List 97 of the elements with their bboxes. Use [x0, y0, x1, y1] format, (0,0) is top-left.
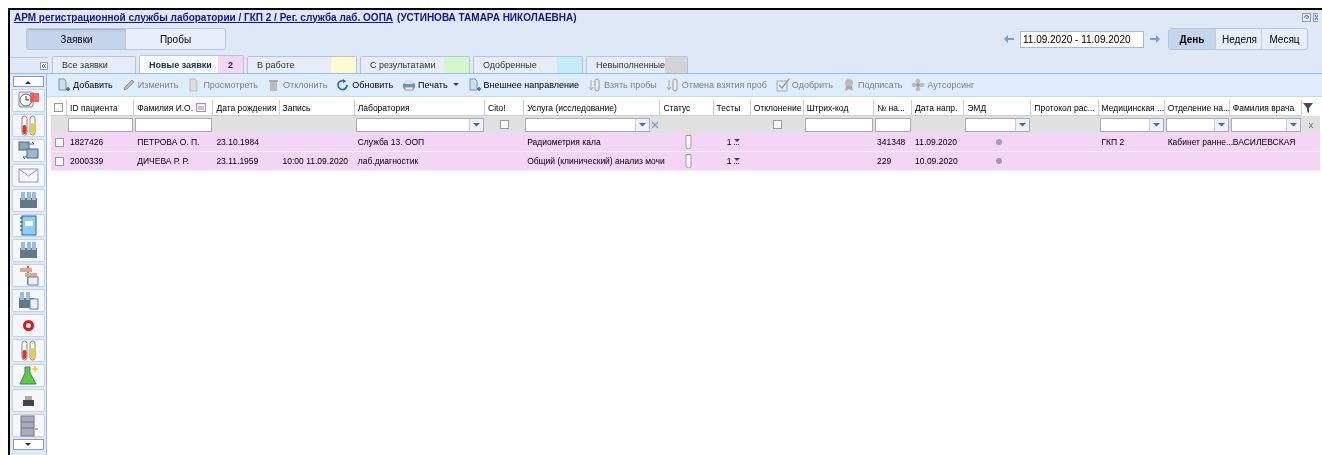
filter-tab[interactable]: Новые заявки 2 — [139, 55, 244, 73]
filter-dropdown[interactable] — [1165, 117, 1229, 132]
document-plus-icon — [57, 78, 71, 92]
window-title-link[interactable]: АРМ регистрационной службы лаборатории / ГКП 2 / Рег. служба лаб. ООПА — [14, 11, 394, 23]
table-cell: 10:00 11.09.2020 — [282, 156, 349, 166]
clear-icon[interactable] — [651, 120, 660, 129]
caret-down-icon[interactable] — [734, 139, 741, 145]
filter-dropdown[interactable] — [355, 117, 485, 132]
filter-field[interactable] — [874, 117, 912, 132]
caret-down-icon[interactable] — [1217, 122, 1225, 127]
toolbar-button[interactable]: Добавить — [57, 76, 113, 94]
mode-tab[interactable]: Пробы — [126, 29, 225, 49]
table-cell: 1827426 — [70, 137, 104, 147]
filter-dropdown[interactable] — [525, 117, 651, 132]
sidebar-button[interactable] — [11, 339, 45, 362]
table-cell: Служба 13. ООП — [357, 137, 425, 147]
computers-icon — [16, 139, 40, 162]
scroll-up-button[interactable] — [12, 76, 44, 87]
row-checkbox[interactable] — [54, 156, 64, 166]
close-icon[interactable] — [1313, 12, 1318, 22]
filter-tab[interactable]: Одобренные — [473, 56, 583, 73]
arrow-right-icon[interactable] — [1150, 35, 1160, 43]
test-tube-icon — [685, 154, 692, 168]
table-cell: ДИЧЕВА Р. Р. — [137, 156, 190, 166]
sidebar-button[interactable] — [11, 114, 45, 137]
filter-tab[interactable]: С результатами — [360, 56, 470, 73]
table-cell: 1 — [726, 156, 732, 166]
flower-icon — [911, 78, 926, 92]
collapse-icon[interactable] — [40, 61, 48, 70]
filter-checkbox[interactable] — [500, 120, 510, 129]
printer-icon — [402, 78, 417, 92]
refresh-icon — [336, 78, 351, 92]
sidebar-button[interactable] — [11, 389, 45, 412]
filter-dropdown[interactable] — [965, 117, 1031, 132]
toolbar-button[interactable]: Внешнее направление — [467, 76, 579, 94]
table-cell: 2000339 — [70, 156, 104, 166]
filter-tab[interactable]: Все заявки — [52, 56, 136, 73]
period-button[interactable]: Месяц — [1261, 29, 1307, 49]
scroll-down-button[interactable] — [12, 439, 44, 450]
table-cell: 341348 — [876, 137, 906, 147]
table-cell: 229 — [876, 156, 892, 166]
caret-down-icon[interactable] — [734, 158, 741, 164]
table-cell: 11.09.2020 — [915, 137, 957, 147]
trash-icon — [267, 78, 281, 92]
filter-field[interactable] — [135, 117, 213, 132]
mode-tab[interactable]: Заявки — [27, 29, 126, 49]
toolbar-button[interactable]: Печать — [402, 76, 459, 94]
table-cell: 1 — [726, 137, 732, 147]
filter-dropdown[interactable] — [1099, 117, 1164, 132]
refresh-icon[interactable] — [1302, 12, 1311, 22]
flask-icon — [16, 364, 40, 387]
toolbar-button[interactable]: Обновить — [336, 76, 394, 94]
table-cell: Радиометрия кала — [527, 137, 601, 147]
caret-down-icon[interactable] — [1152, 122, 1160, 127]
calendar-icon — [196, 103, 207, 112]
table-cell: Общий (клинический) анализ мочи — [527, 156, 665, 166]
filter-icon[interactable] — [1302, 102, 1314, 114]
filter-checkbox[interactable] — [772, 120, 782, 129]
status-dot — [996, 158, 1003, 164]
filter-field[interactable] — [804, 117, 873, 132]
sidebar-button[interactable] — [11, 289, 45, 312]
pencil-icon — [121, 78, 136, 92]
caret-down-icon[interactable] — [1019, 122, 1027, 127]
tab-count: 2 — [228, 59, 233, 70]
sidebar-button[interactable] — [11, 189, 45, 212]
date-range-field[interactable]: 11.09.2020 - 11.09.2020 — [1020, 30, 1144, 48]
filter-field[interactable] — [68, 117, 134, 132]
caret-down-icon — [25, 442, 31, 447]
document-plus-icon — [467, 78, 482, 92]
caret-up-icon — [25, 79, 31, 84]
filter-tab[interactable]: Невыполненные — [586, 56, 688, 73]
caret-down-icon[interactable] — [473, 122, 481, 127]
row-checkbox[interactable] — [54, 137, 64, 147]
table-cell: 23.11.1959 — [216, 156, 259, 166]
select-all-checkbox[interactable] — [54, 103, 63, 112]
test-tube-icon — [685, 135, 692, 149]
period-button[interactable]: День — [1169, 29, 1215, 49]
status-dot — [996, 139, 1003, 145]
filter-tab[interactable]: В работе — [247, 56, 357, 73]
tube-arrow-icon — [665, 78, 680, 92]
table-cell: лаб.диагностик — [357, 156, 419, 166]
user-name: (УСТИНОВА ТАМАРА НИКОЛАЕВНА) — [397, 11, 577, 23]
table-cell: 23.10.1984 — [216, 137, 259, 147]
lab-rack-icon — [16, 289, 40, 312]
checkmark-icon — [775, 78, 790, 92]
table-cell: Кабинет ранне... — [1167, 137, 1233, 147]
table-cell: ГКП 2 — [1101, 137, 1125, 147]
caret-down-icon[interactable] — [639, 122, 647, 127]
caret-down-icon[interactable] — [1290, 122, 1297, 127]
sidebar-button[interactable] — [11, 239, 45, 262]
period-button[interactable]: Неделя — [1215, 29, 1261, 49]
table-cell: 10.09.2020 — [915, 156, 958, 166]
tube-arrow-icon — [587, 78, 602, 92]
arrow-left-icon[interactable] — [1004, 35, 1014, 43]
clear-filters-link[interactable]: x — [1308, 119, 1314, 130]
sidebar-button[interactable] — [11, 314, 45, 337]
table-cell: ПЕТРОВА О. П. — [137, 137, 200, 147]
